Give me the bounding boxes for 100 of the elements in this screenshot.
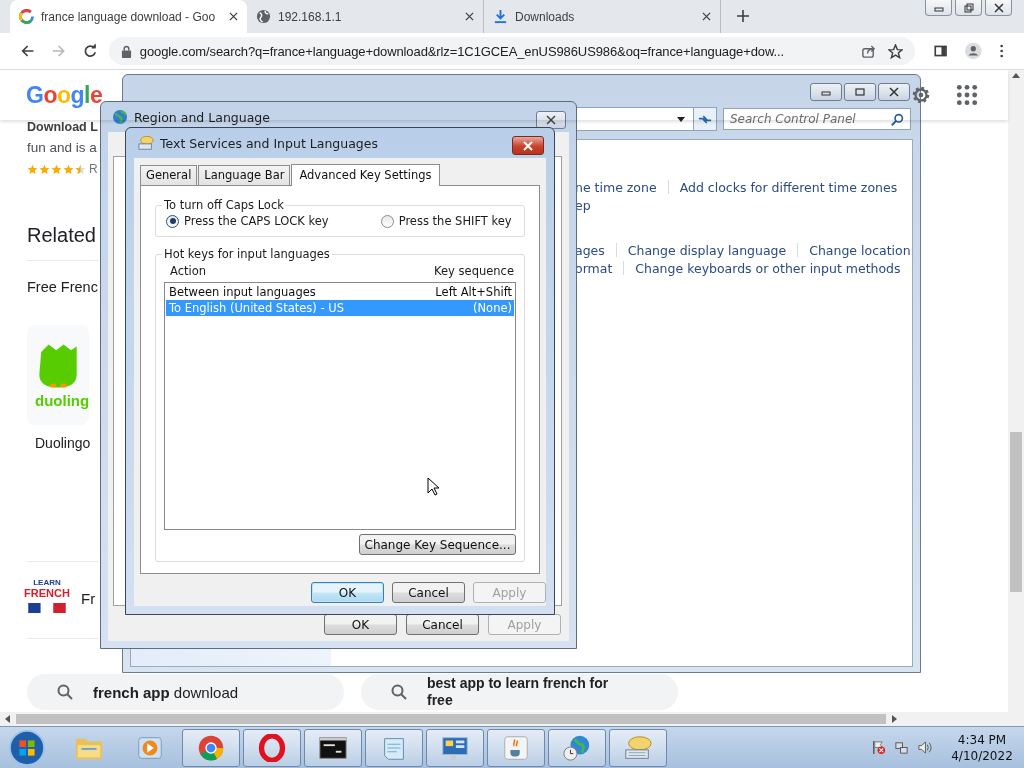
profile-icon[interactable] (965, 41, 982, 61)
settings-link[interactable]: Add clocks for different time zones (679, 179, 898, 195)
share-icon[interactable] (860, 43, 876, 59)
address-bar[interactable]: google.com/search?q=france+language+download&rlz=1C1GCEA_enUS986US986&oq=france+language+dow... (108, 37, 915, 65)
close-button[interactable] (878, 83, 910, 101)
list-cell: Between input languages (169, 284, 316, 300)
app-logo-text: duoling (35, 391, 90, 409)
new-tab-icon[interactable] (737, 10, 749, 22)
window-title: Region and Language (134, 109, 270, 125)
lock-icon (120, 44, 132, 58)
refresh-button[interactable] (694, 107, 717, 131)
vertical-scrollbar[interactable] (1008, 70, 1024, 712)
change-key-sequence-button[interactable]: Change Key Sequence... (359, 534, 516, 555)
network-icon[interactable] (894, 740, 909, 755)
scrollbar-thumb[interactable] (16, 714, 886, 724)
settings-link[interactable]: Change display language (627, 242, 787, 258)
rating-text: R (89, 162, 98, 176)
rating-star (27, 163, 38, 175)
rating-star (51, 163, 62, 175)
globe-icon (256, 9, 271, 24)
dialog-tab[interactable]: Advanced Key Settings (291, 164, 440, 186)
globe-clock-icon (562, 733, 592, 762)
search-field[interactable]: Search Control Panel (723, 108, 911, 130)
close-button[interactable] (512, 136, 544, 155)
radio-button[interactable] (166, 214, 179, 228)
app-name[interactable]: Duolingo (35, 435, 91, 451)
clock-time[interactable]: 4:34 PM (957, 731, 1007, 748)
scroll-up-icon[interactable] (1012, 72, 1020, 78)
search-icon (57, 684, 73, 700)
close-button[interactable] (536, 111, 566, 129)
column-header: Action (170, 264, 207, 278)
restore-icon (962, 2, 975, 13)
minimize-button[interactable] (810, 83, 842, 101)
close-icon (545, 115, 557, 125)
close-button[interactable] (985, 0, 1012, 16)
search-suggestion[interactable]: french app download (27, 674, 344, 710)
dialog-tab[interactable]: Language Bar (198, 165, 291, 185)
group-label: Hot keys for input languages (163, 247, 331, 261)
app-name[interactable]: Fr (81, 589, 96, 607)
section-heading: Free Frenc (27, 279, 98, 297)
settings-link[interactable]: Change keyboards or other input methods (635, 260, 901, 276)
result-title[interactable]: Download L (27, 120, 98, 134)
reload-icon[interactable] (83, 43, 97, 59)
maximize-icon (854, 87, 866, 97)
close-icon[interactable] (229, 12, 238, 21)
dropdown-caret-icon[interactable] (677, 116, 685, 122)
color-wheel-icon (196, 733, 226, 762)
settings-icon[interactable] (910, 84, 932, 106)
radio-label[interactable]: Press the SHIFT key (398, 214, 512, 228)
close-icon[interactable] (702, 12, 711, 21)
scroll-left-icon[interactable] (4, 715, 10, 723)
settings-link[interactable]: ages (575, 242, 605, 258)
scrollbar-thumb[interactable] (1010, 432, 1022, 592)
radio-label[interactable]: Press the CAPS LOCK key (184, 214, 329, 228)
rating-star (39, 163, 50, 175)
start-button[interactable] (8, 728, 46, 767)
back-icon[interactable] (21, 43, 35, 59)
maximize-button[interactable] (844, 83, 876, 101)
google-logo[interactable]: Google (26, 81, 103, 109)
keyboard-icon (623, 733, 653, 762)
dialog-button[interactable]: OK (311, 582, 384, 603)
dialog-button[interactable]: Cancel (406, 614, 479, 635)
settings-link[interactable]: Change location (809, 242, 911, 258)
restore-button[interactable] (955, 0, 982, 16)
refresh-icon (698, 113, 712, 125)
apps-grid-icon[interactable] (956, 84, 978, 106)
close-icon (522, 140, 534, 151)
dialog-button[interactable]: OK (324, 614, 397, 635)
search-icon (391, 684, 407, 700)
star-icon[interactable] (887, 43, 903, 59)
mouse-pointer-icon (427, 477, 439, 496)
keyboard-icon (138, 135, 154, 151)
section-heading: Related (27, 223, 96, 248)
search-suggestion[interactable]: best app to learn french for free (361, 674, 678, 710)
radio-button[interactable] (380, 214, 394, 228)
list-cell: (None) (473, 300, 512, 316)
dialog-button[interactable]: Cancel (392, 582, 465, 603)
close-icon[interactable] (465, 12, 474, 21)
scroll-right-icon[interactable] (892, 715, 898, 723)
side-panel-icon[interactable] (933, 43, 948, 59)
column-header: Key sequence (434, 264, 514, 278)
colored-ring-icon (19, 9, 34, 24)
browser-tab[interactable]: 192.168.1.1 (247, 0, 484, 33)
speaker-icon[interactable] (917, 740, 932, 755)
clock-date[interactable]: 4/10/2022 (951, 747, 1013, 764)
horizontal-scrollbar[interactable] (0, 712, 1024, 726)
flag-stripes-icon (27, 603, 67, 613)
flag-icon[interactable] (871, 740, 886, 755)
list-cell: Left Alt+Shift (435, 284, 512, 300)
search-icon[interactable] (891, 113, 904, 126)
menu-icon[interactable] (999, 43, 1003, 59)
rating-star (75, 163, 86, 175)
minimize-button[interactable] (925, 0, 952, 16)
browser-tab[interactable]: Downloads (484, 0, 721, 33)
dialog-tab[interactable]: General (140, 165, 198, 185)
taskbar-button[interactable] (304, 728, 362, 767)
list-row[interactable]: Between input languages Left Alt+Shift (166, 284, 514, 300)
browser-tab[interactable]: france language download - Goo (10, 0, 247, 33)
close-icon (992, 2, 1005, 13)
url-text: google.com/search?q=france+language+download&rlz=1C1GCEA_enUS986US986&oq=france+language+dow... (139, 43, 786, 59)
